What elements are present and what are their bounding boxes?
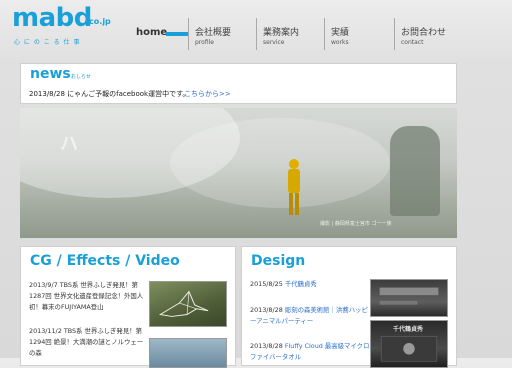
nav-works-sub: works <box>331 39 349 46</box>
news-heading: news <box>30 66 71 82</box>
design-entry[interactable]: 2015/8/25 千代鶴貞秀 <box>250 279 317 290</box>
thumbnail-graphic <box>379 287 439 305</box>
design-entry-text: 千代鶴貞秀 <box>284 280 317 288</box>
design-entry-date: 2015/8/25 <box>250 280 283 288</box>
design-entry-thumbnail[interactable]: 千代鶴貞秀 <box>370 320 448 368</box>
nav-active-indicator <box>166 32 188 36</box>
news-more-link[interactable]: こちらから>> <box>184 89 231 99</box>
hero-rock <box>390 126 440 216</box>
cg-entry-thumbnail[interactable] <box>149 281 227 327</box>
hero-person-figure <box>288 159 300 215</box>
cg-entry[interactable]: 2013/9/7 TBS系 世界ふしぎ発見！第1287回 世界文化遺産登録記念！… <box>29 280 147 313</box>
hero-overlay-text: ハ <box>60 134 78 155</box>
logo-text: mabd <box>12 3 92 33</box>
hero-image: ハ 撮影 | 静岡県富士宮市 ゴー一族 <box>20 108 457 238</box>
design-entry[interactable]: 2013/8/28 Fluffy Cloud 最高級マイクロファイバータオル <box>250 341 370 363</box>
nav-service-sub: service <box>263 39 285 46</box>
design-entry-thumbnail[interactable] <box>370 279 448 317</box>
logo-tagline: 心 に の こ る 仕 事 <box>14 39 81 46</box>
news-box: news おしらせ 2013/8/28 にゃんご予報のfacebook運営中です… <box>20 63 457 104</box>
cg-entry-date: 2013/9/7 <box>29 281 58 289</box>
cg-entry-date: 2013/11/2 <box>29 327 62 335</box>
nav-item-service[interactable]: 業務案内 service <box>256 18 324 50</box>
news-item-text: 2013/8/28 にゃんご予報のfacebook運営中です。 <box>29 90 190 98</box>
nav-profile-label: 会社概要 <box>195 28 232 38</box>
cg-panel-title: CG / Effects / Video <box>30 253 180 269</box>
nav-item-works[interactable]: 実績 works <box>324 18 394 50</box>
nav-profile-sub: profile <box>195 39 214 46</box>
design-entry-date: 2013/8/28 <box>250 306 283 314</box>
design-panel: Design 2015/8/25 千代鶴貞秀 2013/8/28 彫刻の森美術館… <box>241 246 457 368</box>
nav-item-profile[interactable]: 会社概要 profile <box>188 18 256 50</box>
nav-works-label: 実績 <box>331 28 350 38</box>
logo-domain: .co.jp <box>86 17 111 26</box>
nav-contact-label: お問合わせ <box>401 28 447 38</box>
hero-caption: 撮影 | 静岡県富士宮市 ゴー一族 <box>320 221 392 227</box>
nav-item-home[interactable]: home <box>126 18 188 50</box>
thumbnail-graphic <box>158 290 209 317</box>
cg-entry-thumbnail[interactable] <box>149 338 227 368</box>
design-entry[interactable]: 2013/8/28 彫刻の森美術館｜洪蕎ハッピーアニマルパーティー <box>250 305 368 327</box>
cg-effects-video-panel: CG / Effects / Video 2013/9/7 TBS系 世界ふしぎ… <box>20 246 236 368</box>
nav-service-label: 業務案内 <box>263 28 300 38</box>
cg-entry[interactable]: 2013/11/2 TBS系 世界ふしぎ発見！第1294回 絶景！大満潮の謎とノ… <box>29 326 147 359</box>
site-logo[interactable]: mabd .co.jp 心 に の こ る 仕 事 <box>12 3 112 53</box>
design-entry-date: 2013/8/28 <box>250 342 283 350</box>
hero-mist <box>170 118 390 208</box>
nav-contact-sub: contact <box>401 39 424 46</box>
site-header: mabd .co.jp 心 に の こ る 仕 事 home 会社概要 prof… <box>0 0 512 58</box>
design-panel-title: Design <box>251 253 306 269</box>
nav-item-contact[interactable]: お問合わせ contact <box>394 18 464 50</box>
thumbnail-graphic <box>380 336 438 362</box>
news-subheading: おしらせ <box>71 74 91 80</box>
